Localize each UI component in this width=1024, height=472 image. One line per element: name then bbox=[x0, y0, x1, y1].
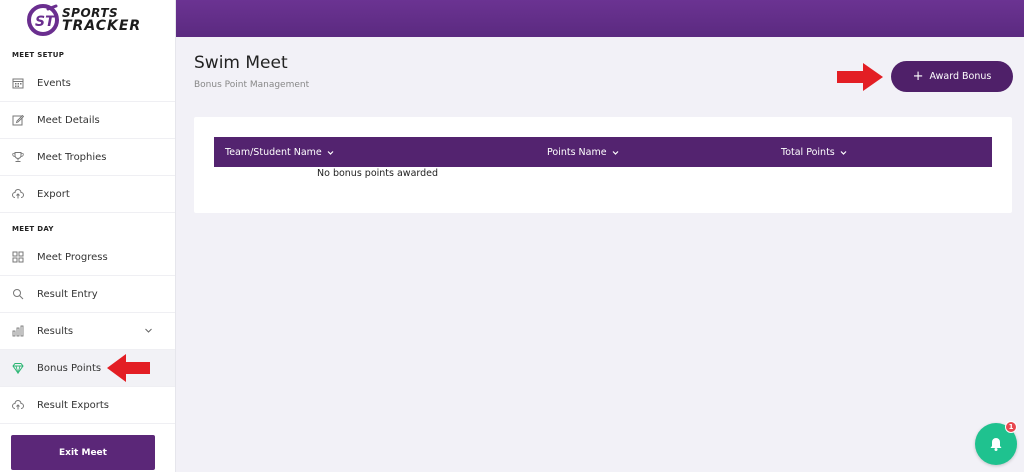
sidebar-item-results[interactable]: Results bbox=[0, 313, 175, 350]
sidebar-item-label: Meet Details bbox=[37, 114, 100, 126]
top-bar bbox=[176, 0, 1024, 37]
brand-line-2: TRACKER bbox=[62, 18, 142, 34]
section-label-meet-setup: MEET SETUP bbox=[12, 51, 65, 59]
column-header-points-name[interactable]: Points Name bbox=[547, 137, 619, 167]
sidebar-item-label: Bonus Points bbox=[37, 362, 102, 374]
page-subtitle: Bonus Point Management bbox=[194, 80, 310, 90]
empty-table-message: No bonus points awarded bbox=[317, 168, 439, 179]
bonus-points-card: Team/Student Name Points Name Total Poin… bbox=[194, 117, 1012, 213]
exit-meet-button[interactable]: Exit Meet bbox=[11, 435, 155, 470]
sidebar-item-label: Meet Progress bbox=[37, 251, 108, 263]
sidebar-item-label: Result Entry bbox=[37, 288, 98, 300]
sidebar-item-result-entry[interactable]: Result Entry bbox=[0, 276, 175, 313]
column-header-total-points[interactable]: Total Points bbox=[781, 137, 847, 167]
section-label-meet-day: MEET DAY bbox=[12, 225, 54, 233]
bar-chart-icon bbox=[11, 325, 24, 338]
grid-icon bbox=[11, 251, 24, 264]
sidebar-item-meet-details[interactable]: Meet Details bbox=[0, 102, 175, 139]
sidebar-item-label: Results bbox=[37, 325, 74, 337]
sidebar-item-meet-trophies[interactable]: Meet Trophies bbox=[0, 139, 175, 176]
award-bonus-button[interactable]: + Award Bonus bbox=[891, 61, 1013, 92]
annotation-arrow-right-icon bbox=[837, 63, 883, 91]
sidebar-item-label: Meet Trophies bbox=[37, 151, 107, 163]
sort-caret-icon bbox=[612, 150, 619, 155]
cloud-upload-icon bbox=[11, 399, 24, 412]
table-header: Team/Student Name Points Name Total Poin… bbox=[214, 137, 992, 167]
svg-text:ST: ST bbox=[35, 14, 56, 30]
cloud-upload-icon bbox=[11, 188, 24, 201]
notifications-button[interactable]: 1 bbox=[975, 421, 1017, 465]
sports-tracker-logo-icon: ST bbox=[27, 4, 59, 36]
sidebar-item-export[interactable]: Export bbox=[0, 176, 175, 213]
sidebar-item-events[interactable]: Events bbox=[0, 65, 175, 102]
sidebar-item-label: Events bbox=[37, 77, 71, 89]
trophy-icon bbox=[11, 151, 24, 164]
brand-logo[interactable]: ST SPORTS TRACKER bbox=[0, 0, 175, 40]
page-title: Swim Meet bbox=[194, 53, 288, 73]
notification-count-badge: 1 bbox=[1005, 421, 1017, 433]
edit-icon bbox=[11, 114, 24, 127]
calendar-icon bbox=[11, 77, 24, 90]
gem-icon bbox=[11, 362, 24, 375]
search-icon bbox=[11, 288, 24, 301]
column-header-team-student-name[interactable]: Team/Student Name bbox=[225, 137, 334, 167]
sidebar-item-result-exports[interactable]: Result Exports bbox=[0, 387, 175, 424]
plus-icon: + bbox=[912, 69, 924, 84]
sidebar: ST SPORTS TRACKER MEET SETUP Events Meet… bbox=[0, 0, 176, 472]
sidebar-item-label: Export bbox=[37, 188, 70, 200]
award-bonus-label: Award Bonus bbox=[929, 71, 992, 82]
chevron-down-icon[interactable] bbox=[144, 326, 153, 338]
sort-caret-icon bbox=[840, 150, 847, 155]
sidebar-item-label: Result Exports bbox=[37, 399, 110, 411]
annotation-arrow-left-icon bbox=[107, 354, 150, 382]
bell-icon bbox=[990, 438, 1002, 451]
sort-caret-icon bbox=[327, 150, 334, 155]
sidebar-item-meet-progress[interactable]: Meet Progress bbox=[0, 239, 175, 276]
